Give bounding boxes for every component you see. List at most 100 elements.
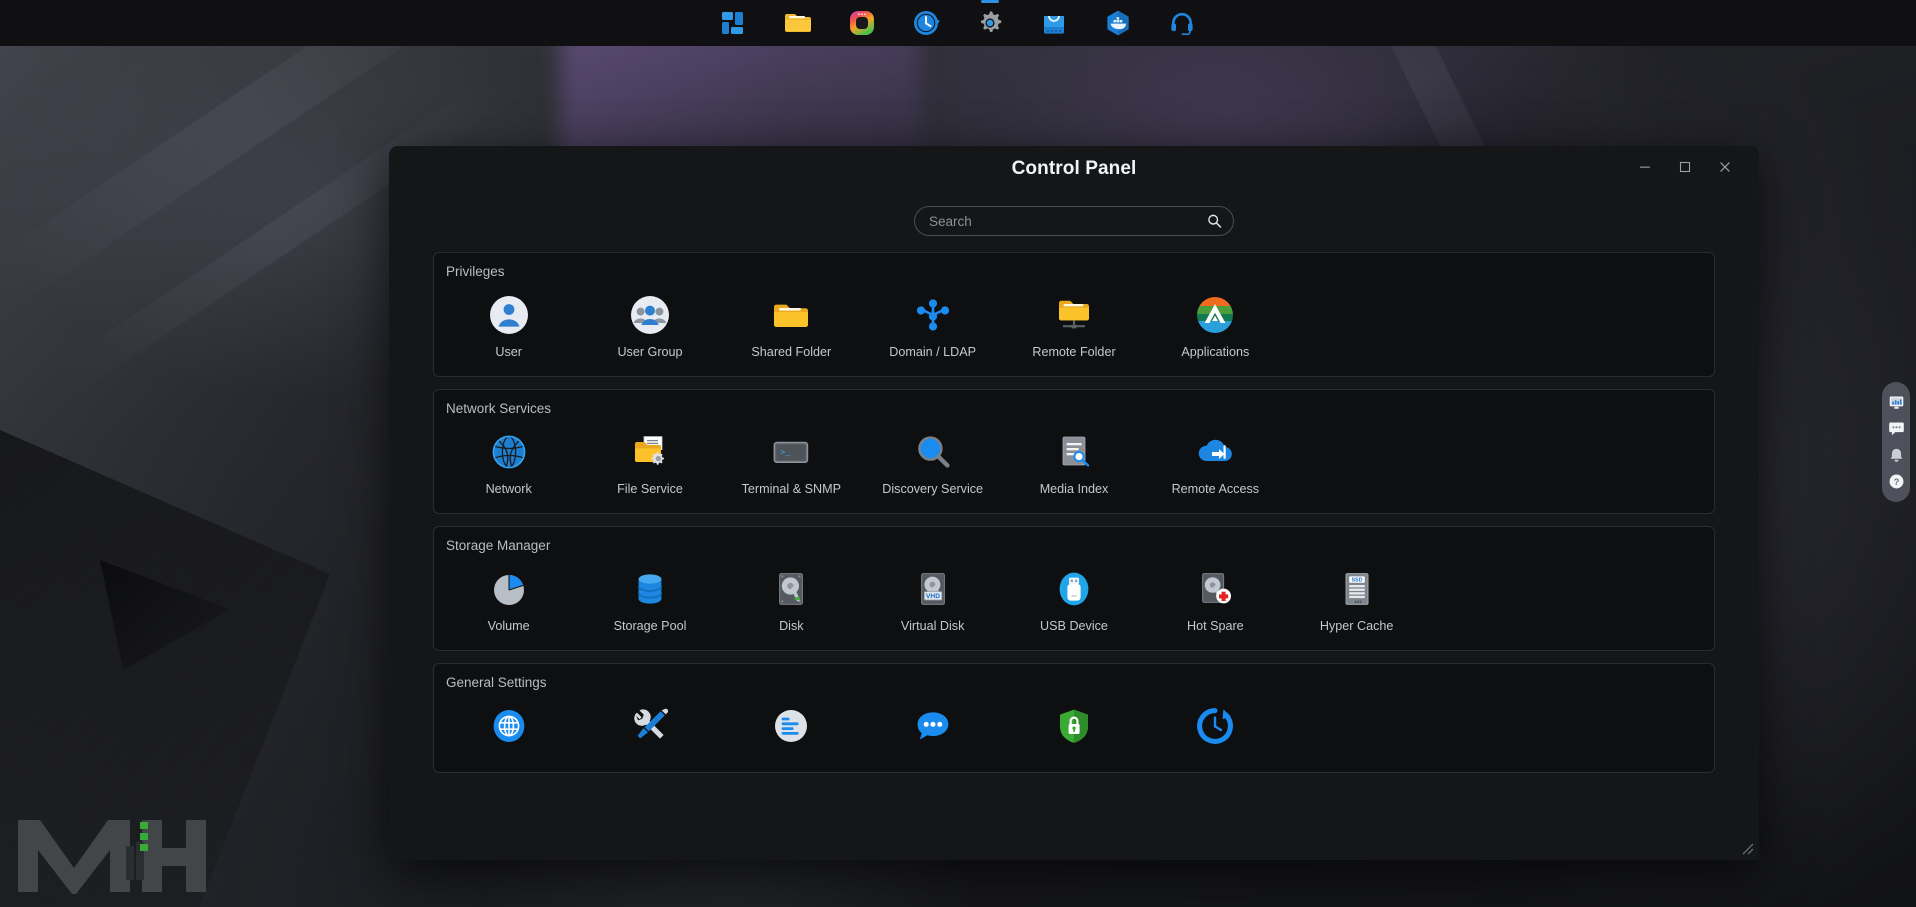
tile-label: Storage Pool (613, 619, 687, 634)
tile-label: User (495, 345, 522, 359)
tile-shared-folder[interactable]: Shared Folder (721, 289, 862, 362)
taskbar-item-control-panel[interactable] (973, 0, 1007, 40)
domain-ldap-icon (911, 293, 955, 337)
taskbar-item-file-station[interactable] (781, 6, 815, 40)
search-input[interactable] (915, 213, 1233, 229)
tile-hyper-cache[interactable]: SSD Hyper Cache (1286, 563, 1427, 636)
tile-label: Network (485, 482, 532, 497)
tile-power-schedule[interactable] (1145, 700, 1286, 758)
tile-security[interactable] (1003, 700, 1144, 758)
svg-text:VHD: VHD (926, 593, 940, 600)
taskbar-item-container-station[interactable] (1101, 6, 1135, 40)
remote-access-cloud-icon (1193, 430, 1237, 474)
hardware-tools-icon (628, 704, 672, 748)
tile-disk[interactable]: Disk (721, 563, 862, 636)
shopping-bag-icon (1044, 15, 1064, 34)
tile-notification[interactable] (862, 700, 1003, 758)
tile-user[interactable]: User (438, 289, 579, 362)
tile-label: Hyper Cache (1319, 619, 1394, 634)
hyper-cache-ssd-icon: SSD (1335, 567, 1379, 611)
control-panel-content: Privileges User User Group Shared Folder… (389, 252, 1759, 860)
tile-label: Disk (779, 619, 804, 634)
storage-pool-icon (628, 567, 672, 611)
tile-label: Terminal & SNMP (741, 482, 841, 497)
tile-domain-ldap[interactable]: Domain / LDAP (862, 289, 1003, 362)
windows-tiles-icon (722, 12, 743, 34)
tile-system-globe[interactable] (438, 700, 579, 758)
svg-text:SSD: SSD (1351, 578, 1362, 584)
section-grid: Network File Service >_ Terminal & SNMP … (434, 426, 1714, 499)
taskbar-item-photos[interactable] (845, 6, 879, 40)
help-question-icon[interactable]: ? (1887, 472, 1906, 491)
system-log-icon (769, 704, 813, 748)
section-grid: Volume Storage Pool Disk VHD Virtual Dis… (434, 563, 1714, 636)
tile-system-log[interactable] (721, 700, 862, 758)
taskbar-item-app-center[interactable] (1037, 6, 1071, 40)
hot-spare-icon (1193, 567, 1237, 611)
network-globe-icon (487, 430, 531, 474)
gear-icon (981, 11, 1002, 32)
clock-backup-icon (914, 11, 940, 35)
tile-label: Virtual Disk (900, 619, 965, 634)
terminal-icon: >_ (769, 430, 813, 474)
tile-remote-folder[interactable]: Remote Folder (1003, 289, 1144, 362)
control-panel-window: Control Panel Search Privileges User Use… (389, 146, 1759, 860)
search-area (389, 206, 1759, 236)
tile-label: Hot Spare (1186, 619, 1244, 634)
tile-label: USB Device (1040, 619, 1108, 634)
user-group-icon (628, 293, 672, 337)
tile-label: User Group (617, 345, 683, 359)
user-icon (487, 293, 531, 337)
bell-icon[interactable] (1887, 446, 1906, 465)
virtual-disk-vhd-icon: VHD (911, 567, 955, 611)
tile-terminal-snmp[interactable]: >_ Terminal & SNMP (721, 426, 862, 499)
tile-media-index[interactable]: Media Index (1003, 426, 1144, 499)
folder-icon (785, 14, 811, 32)
section-title: Privileges (446, 264, 505, 279)
volume-pie-icon (487, 567, 531, 611)
tile-discovery-service[interactable]: Discovery Service (862, 426, 1003, 499)
power-schedule-icon (1193, 704, 1237, 748)
chat-bubble-icon[interactable] (1887, 419, 1906, 438)
tile-virtual-disk[interactable]: VHD Virtual Disk (862, 563, 1003, 636)
tile-label: Discovery Service (882, 482, 984, 497)
search-icon[interactable] (1207, 214, 1222, 229)
taskbar (0, 0, 1916, 46)
shared-folder-icon (769, 293, 813, 337)
section-network-services: Network Services Network File Service >_… (433, 389, 1715, 515)
tile-network[interactable]: Network (438, 426, 579, 499)
tile-file-service[interactable]: File Service (579, 426, 720, 499)
section-storage-manager: Storage Manager Volume Storage Pool Disk… (433, 526, 1715, 652)
disk-icon (769, 567, 813, 611)
tile-hot-spare[interactable]: Hot Spare (1145, 563, 1286, 636)
system-globe-icon (487, 704, 531, 748)
section-privileges: Privileges User User Group Shared Folder… (433, 252, 1715, 378)
section-title: Storage Manager (446, 538, 551, 554)
wallpaper-shadow (0, 430, 330, 907)
tile-volume[interactable]: Volume (438, 563, 579, 636)
taskbar-item-dashboard[interactable] (717, 6, 751, 40)
tile-label: Remote Access (1171, 482, 1260, 497)
resource-monitor-icon[interactable] (1887, 393, 1906, 412)
taskbar-item-backup[interactable] (909, 6, 943, 40)
tile-applications[interactable]: Applications (1145, 289, 1286, 362)
discovery-magnifier-icon (911, 430, 955, 474)
window-titlebar[interactable]: Control Panel (389, 146, 1759, 190)
media-index-icon (1052, 430, 1096, 474)
remote-folder-icon (1052, 293, 1096, 337)
tile-label: Remote Folder (1032, 345, 1116, 359)
tile-usb-device[interactable]: USB Device (1003, 563, 1144, 636)
tile-label: Domain / LDAP (889, 345, 977, 359)
notification-bubble-icon (911, 704, 955, 748)
section-title: General Settings (446, 675, 547, 691)
resize-grip-icon[interactable] (1738, 839, 1754, 855)
tile-hardware-tools[interactable] (579, 700, 720, 758)
taskbar-item-support[interactable] (1165, 6, 1199, 40)
search-box[interactable] (914, 206, 1234, 236)
tile-user-group[interactable]: User Group (579, 289, 720, 362)
security-shield-icon (1052, 704, 1096, 748)
tile-storage-pool[interactable]: Storage Pool (579, 563, 720, 636)
tile-remote-access[interactable]: Remote Access (1145, 426, 1286, 499)
section-title: Network Services (446, 401, 552, 417)
photos-icon (850, 11, 874, 35)
